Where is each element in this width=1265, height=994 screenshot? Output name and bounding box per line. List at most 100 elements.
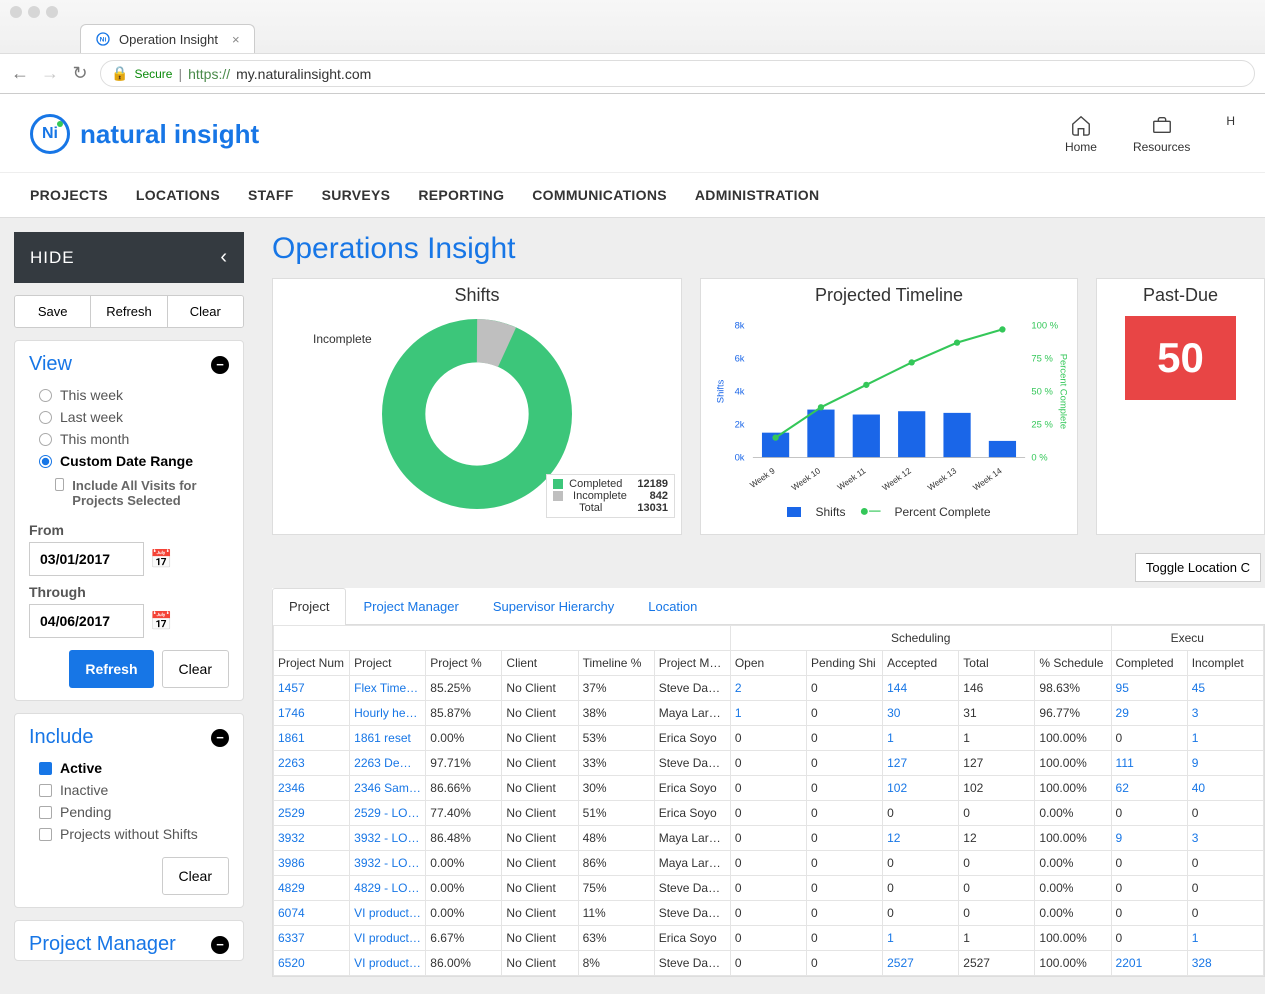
hide-sidebar-button[interactable]: HIDE ‹ xyxy=(14,232,244,283)
brand-logo[interactable]: Ni natural insight xyxy=(30,114,259,154)
table-row[interactable]: 6520VI product lauch - MA86.00%No Client… xyxy=(274,951,1264,976)
url-input[interactable]: 🔒 Secure | https://my.naturalinsight.com xyxy=(100,60,1255,87)
view-option[interactable]: This month xyxy=(29,428,229,450)
radio-icon xyxy=(39,389,52,402)
svg-text:Week 11: Week 11 xyxy=(835,465,867,492)
view-refresh-button[interactable]: Refresh xyxy=(69,650,153,688)
nav-item[interactable]: PROJECTS xyxy=(30,173,108,217)
column-header[interactable]: % Schedule xyxy=(1035,651,1111,676)
table-row[interactable]: 39323932 - LO Demo WEST86.48%No Client 4… xyxy=(274,826,1264,851)
browser-tab[interactable]: Ni Operation Insight × xyxy=(80,24,255,53)
close-icon[interactable]: × xyxy=(232,32,240,47)
table-row[interactable]: 23462346 Samples86.66%No Client 30%Erica… xyxy=(274,776,1264,801)
nav-item[interactable]: LOCATIONS xyxy=(136,173,220,217)
view-clear-button[interactable]: Clear xyxy=(162,650,229,688)
column-header[interactable]: Open xyxy=(730,651,806,676)
view-option[interactable]: This week xyxy=(29,384,229,406)
project-table: SchedulingExecuProject NumProjectProject… xyxy=(272,625,1265,977)
back-icon[interactable]: ← xyxy=(10,63,30,84)
table-row[interactable]: 48294829 - LO Demo Canada0.00%No Client … xyxy=(274,876,1264,901)
include-option[interactable]: Active xyxy=(29,757,229,779)
data-tab[interactable]: Project xyxy=(272,588,346,625)
table-row[interactable]: 22632263 Demo project97.71%No Client 33%… xyxy=(274,751,1264,776)
nav-item[interactable]: ADMINISTRATION xyxy=(695,173,820,217)
table-row[interactable]: 1746Hourly head office85.87%No Client 38… xyxy=(274,701,1264,726)
include-option[interactable]: Pending xyxy=(29,801,229,823)
refresh-button[interactable]: Refresh xyxy=(91,296,167,327)
panel-title: Include xyxy=(29,726,94,749)
traffic-light-icon[interactable] xyxy=(46,6,58,18)
collapse-icon[interactable]: − xyxy=(211,356,229,374)
traffic-light-icon[interactable] xyxy=(10,6,22,18)
table-row[interactable]: 18611861 reset0.00%No Client 53%Erica So… xyxy=(274,726,1264,751)
table-row[interactable]: 6074VI product lauch - NO0.00%No Client … xyxy=(274,901,1264,926)
svg-text:0 %: 0 % xyxy=(1031,452,1048,463)
reload-icon[interactable]: ↻ xyxy=(70,63,90,84)
svg-text:4k: 4k xyxy=(735,386,745,397)
view-option[interactable]: Last week xyxy=(29,406,229,428)
svg-text:25 %: 25 % xyxy=(1031,419,1053,430)
column-header[interactable]: Project xyxy=(350,651,426,676)
toggle-location-button[interactable]: Toggle Location C xyxy=(1135,553,1261,582)
data-tab[interactable]: Location xyxy=(631,588,714,624)
column-header[interactable]: Project Manager xyxy=(654,651,730,676)
view-option[interactable]: Custom Date Range xyxy=(29,450,229,472)
svg-text:100 %: 100 % xyxy=(1031,320,1058,331)
radio-icon xyxy=(39,455,52,468)
column-header[interactable]: Completed xyxy=(1111,651,1187,676)
column-header[interactable]: Project Num xyxy=(274,651,350,676)
column-header[interactable]: Incomplet xyxy=(1187,651,1263,676)
app-header: Ni natural insight Home Resources H xyxy=(0,94,1265,173)
column-header[interactable]: Client xyxy=(502,651,578,676)
clear-button[interactable]: Clear xyxy=(168,296,243,327)
data-tab[interactable]: Project Manager xyxy=(346,588,475,624)
data-tab[interactable]: Supervisor Hierarchy xyxy=(476,588,631,624)
from-date-input[interactable] xyxy=(29,542,144,576)
table-row[interactable]: 25292529 - LO Demo EAST77.40%No Client 5… xyxy=(274,801,1264,826)
svg-text:50 %: 50 % xyxy=(1031,386,1053,397)
nav-item[interactable]: STAFF xyxy=(248,173,294,217)
nav-resources[interactable]: Resources xyxy=(1133,114,1190,154)
home-icon xyxy=(1070,114,1092,136)
through-date-input[interactable] xyxy=(29,604,144,638)
svg-text:Percent Complete: Percent Complete xyxy=(1059,354,1067,429)
forward-icon[interactable]: → xyxy=(40,63,60,84)
svg-text:6k: 6k xyxy=(735,353,745,364)
page-title: Operations Insight xyxy=(272,232,1265,266)
favicon-icon: Ni xyxy=(95,31,111,47)
nav-item[interactable]: REPORTING xyxy=(418,173,504,217)
checkbox-icon xyxy=(39,784,52,797)
include-option[interactable]: Inactive xyxy=(29,779,229,801)
table-row[interactable]: 6337VI product lauch - SO6.67%No Client … xyxy=(274,926,1264,951)
table-row[interactable]: 1457Flex Timekeeping project85.25%No Cli… xyxy=(274,676,1264,701)
nav-more[interactable]: H xyxy=(1226,114,1235,154)
column-header[interactable]: Pending Shi xyxy=(806,651,882,676)
traffic-light-icon[interactable] xyxy=(28,6,40,18)
checkbox-icon xyxy=(39,828,52,841)
collapse-icon[interactable]: − xyxy=(211,936,229,954)
nav-item[interactable]: SURVEYS xyxy=(322,173,391,217)
column-header[interactable]: Project % xyxy=(426,651,502,676)
lock-icon: 🔒 xyxy=(111,65,128,82)
svg-text:Ni: Ni xyxy=(100,37,107,44)
shifts-chart-card: Shifts Incomplete Completed 12189 Incomp… xyxy=(272,278,682,535)
include-panel: Include − Active Inactive Pending Projec… xyxy=(14,713,244,908)
column-header[interactable]: Accepted xyxy=(883,651,959,676)
collapse-icon[interactable]: − xyxy=(211,729,229,747)
column-header[interactable]: Total xyxy=(959,651,1035,676)
panel-title: Project Manager xyxy=(29,933,176,956)
calendar-icon[interactable]: 📅 xyxy=(150,549,172,570)
include-clear-button[interactable]: Clear xyxy=(162,857,229,895)
table-row[interactable]: 39863932 - LO Demo WEST0.00%No Client 86… xyxy=(274,851,1264,876)
checkbox-icon[interactable] xyxy=(55,478,64,491)
svg-text:Week 10: Week 10 xyxy=(789,465,822,492)
svg-text:Week 13: Week 13 xyxy=(926,465,959,492)
column-header[interactable]: Timeline % xyxy=(578,651,654,676)
save-button[interactable]: Save xyxy=(15,296,91,327)
svg-text:75 %: 75 % xyxy=(1031,353,1053,364)
checkbox-icon xyxy=(39,806,52,819)
calendar-icon[interactable]: 📅 xyxy=(150,611,172,632)
nav-item[interactable]: COMMUNICATIONS xyxy=(532,173,667,217)
include-option[interactable]: Projects without Shifts xyxy=(29,823,229,845)
nav-home[interactable]: Home xyxy=(1065,114,1097,154)
